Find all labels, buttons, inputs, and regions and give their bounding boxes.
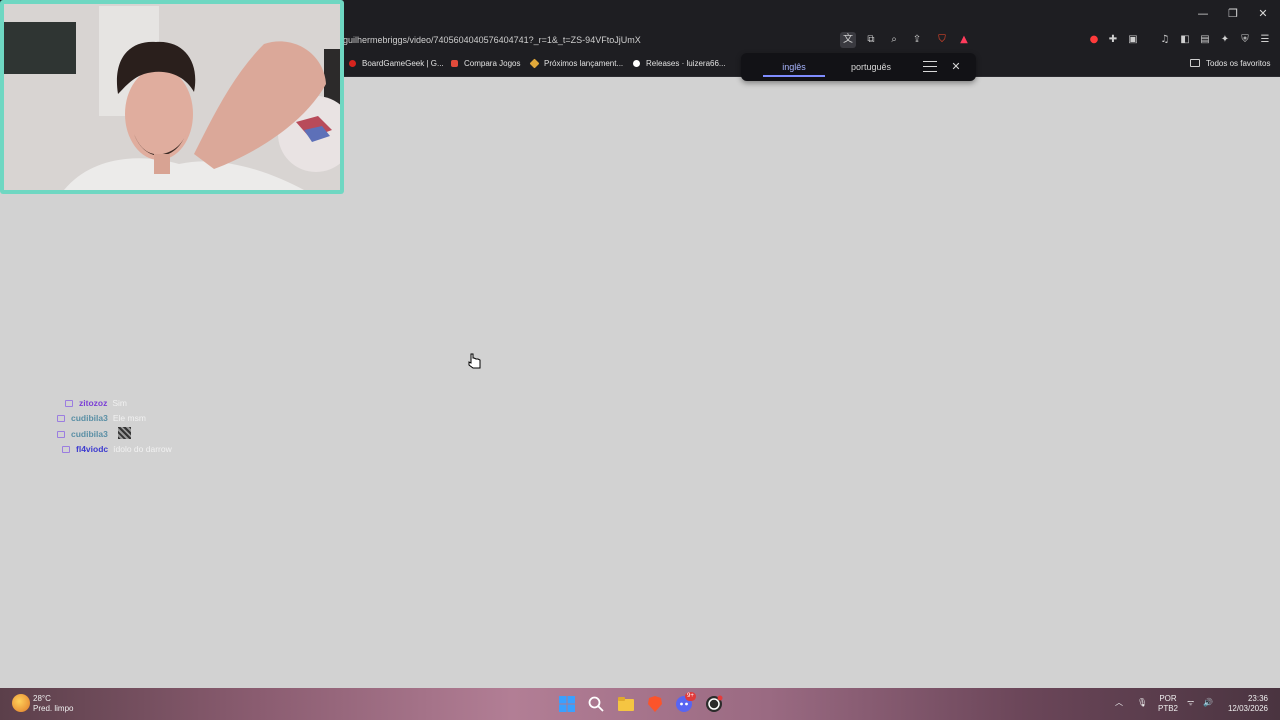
brave-shields-icon[interactable]: ⛉ [934,32,950,48]
translate-popup: inglês português ✕ [741,53,976,81]
chat-text: ídolo do darrow [113,444,172,454]
chat-username: zitozoz [79,398,108,408]
streamer-webcam-image [4,4,340,190]
translate-icon[interactable]: 文 [840,32,856,48]
emote-image [117,427,131,439]
chat-message: cudibila3 [57,427,131,441]
chat-username: cudibila3 [71,429,108,439]
clock-time: 23:36 [1247,694,1268,703]
sidebar-icon[interactable]: ◧ [1177,32,1193,48]
bookmark-releases[interactable]: Releases · luizera66... [633,56,726,72]
bookmark-boardgamegeek[interactable]: BoardGameGeek | G... [349,56,444,72]
source-language-tab[interactable]: inglês [763,59,825,77]
brave-rewards-icon[interactable]: ▲ [956,32,972,48]
file-explorer-icon[interactable] [617,695,635,713]
restore-button[interactable]: ❐ [1218,4,1248,24]
vpn-shield-icon[interactable]: ⛨ [1237,32,1253,48]
microphone-icon[interactable]: 🎙 [1137,698,1147,708]
chat-text: Sim [112,398,127,408]
screenshot-icon[interactable]: ▣ [1125,32,1141,48]
menu-icon[interactable]: ☰ [1257,32,1273,48]
extension-record-icon[interactable]: ● [1086,32,1102,48]
chat-message: cudibila3 Ele msm [57,411,146,425]
folder-icon [1190,59,1200,67]
wifi-icon[interactable]: ᯤ [1187,698,1194,708]
chat-message: fl4viodc ídolo do darrow [62,442,172,456]
webcam-overlay [0,0,344,194]
keyboard-layout: PTB2 [1158,704,1179,713]
obs-icon[interactable] [705,695,723,713]
windows-start-icon[interactable] [558,695,576,713]
language-code: POR [1159,694,1177,703]
compara-jogos-icon [451,60,458,67]
github-icon [633,60,640,67]
twitch-icon [65,400,73,407]
chat-username: cudibila3 [71,413,108,423]
open-external-icon[interactable]: ⧉ [863,32,879,48]
clock-date: 12/03/2026 [1227,704,1268,713]
media-icon[interactable]: ♫ [1157,32,1173,48]
search-icon[interactable] [587,695,605,713]
chat-message: zitozoz Sim [65,396,127,410]
wallet-icon[interactable]: ▤ [1197,32,1213,48]
chat-text: Ele msm [112,413,146,423]
windows-taskbar: 28°C Pred. limpo 9+ ︿ 🎙 POR PTB2 ᯤ 🔊 23:… [0,688,1280,720]
translate-options-icon[interactable] [923,61,937,73]
tray-expand-icon[interactable]: ︿ [1115,698,1123,708]
weather-icon[interactable] [12,694,30,712]
volume-icon[interactable]: 🔊 [1203,698,1213,708]
boardgamegeek-icon [349,60,356,67]
discord-notification-badge: 9+ [685,692,696,701]
share-icon[interactable]: ⇪ [909,32,925,48]
minimize-button[interactable]: — [1188,4,1218,24]
keyboard-language[interactable]: POR PTB2 [1158,694,1178,714]
chat-username: fl4viodc [76,444,109,454]
system-clock[interactable]: 23:36 12/03/2026 [1226,694,1268,714]
address-bar[interactable]: guilhermebriggs/video/740560404057640474… [343,33,823,47]
webcam-video [4,4,340,190]
weather-condition: Pred. limpo [33,704,74,713]
weather-temperature: 28°C [33,694,51,703]
close-window-button[interactable]: ✕ [1248,4,1278,24]
all-bookmarks-folder[interactable]: Todos os favoritos [1190,56,1270,72]
brave-browser-icon[interactable] [646,695,664,713]
translate-close-icon[interactable]: ✕ [949,59,963,75]
leo-ai-icon[interactable]: ✦ [1217,32,1233,48]
target-language-tab[interactable]: português [841,59,901,75]
zoom-icon[interactable]: ⌕ [886,32,902,48]
bookmark-compara-jogos[interactable]: Compara Jogos [451,56,520,72]
bookmark-proximos-lancamentos[interactable]: Próximos lançament... [529,56,623,72]
twitch-icon [57,415,65,422]
hand-cursor-icon [468,353,481,369]
diamond-icon [529,58,540,69]
weather-widget[interactable]: 28°C Pred. limpo [33,694,73,714]
twitch-icon [57,431,65,438]
extensions-icon[interactable]: ✚ [1105,32,1121,48]
twitch-icon [62,446,70,453]
